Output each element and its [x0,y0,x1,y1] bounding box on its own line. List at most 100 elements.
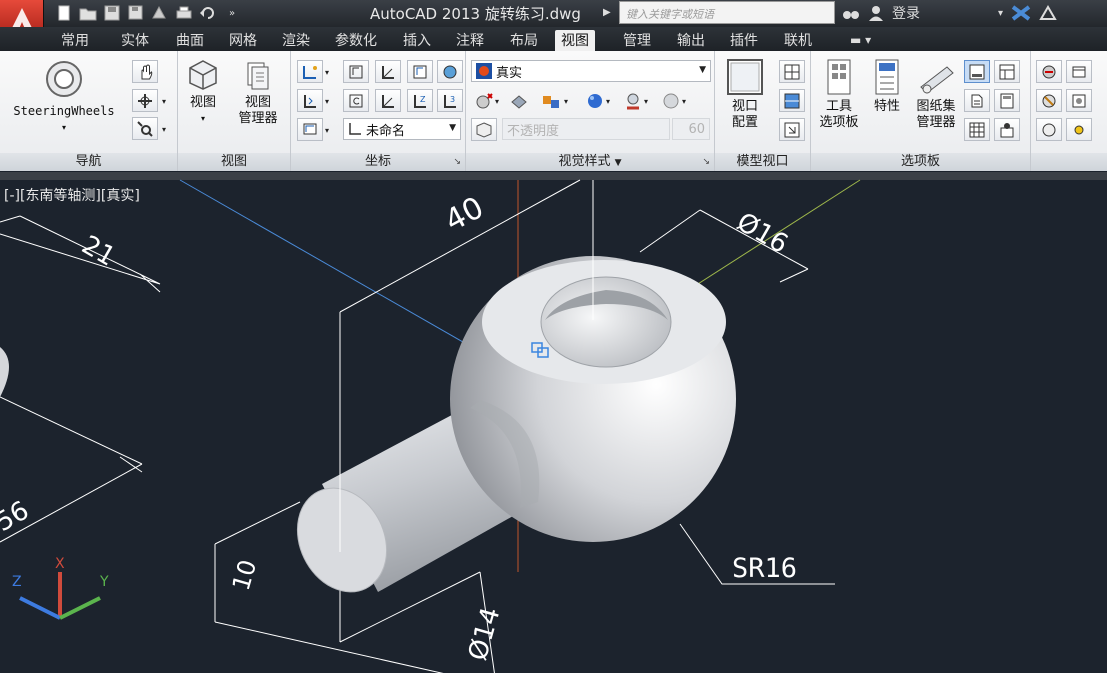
design-center-button[interactable] [994,60,1020,83]
opacity-toggle-button[interactable] [471,118,497,141]
dim-text-56[interactable]: 56 [0,496,34,539]
coordinates-launcher-icon[interactable]: ↘ [453,153,461,171]
zoom-caret-icon[interactable]: ▾ [162,125,166,134]
viewport-configuration-button[interactable]: 视口 配置 [719,59,771,131]
new-file-icon[interactable] [54,3,74,23]
environment-caret-icon[interactable]: ▾ [682,97,686,106]
tab-insert[interactable]: 插入 [397,30,437,51]
tab-view[interactable]: 视图 [555,30,595,51]
file-tabs-button[interactable] [1066,60,1092,83]
lights-button[interactable] [620,89,646,112]
save-as-icon[interactable] [126,3,146,23]
binoculars-icon[interactable] [842,5,860,21]
blocks-button[interactable] [994,118,1020,141]
drawing-canvas[interactable]: 40 21 Ø16 SR16 10 Ø14 56 X Y Z [0,172,1107,673]
tab-layout[interactable]: 布局 [504,30,544,51]
ucs-caret-icon[interactable]: ▾ [325,68,329,77]
ribbon-minimize-icon[interactable]: ▬ ▾ [850,33,871,47]
dim-text-21[interactable]: 21 [77,230,121,273]
undo-icon[interactable] [198,3,218,23]
join-viewports-button[interactable] [779,89,805,112]
x-ray-caret-icon[interactable]: ▾ [495,97,499,106]
search-input[interactable]: 键入关键字或短语 [619,1,835,24]
ucs-3point-button[interactable]: 3 [437,89,463,112]
ucs-view-button[interactable] [297,118,323,141]
pan-button[interactable] [132,60,158,83]
visual-styles-launcher-icon[interactable]: ↘ [702,153,710,171]
tab-home[interactable]: 常用 [55,30,95,51]
properties-button[interactable]: 特性 [867,59,907,115]
tool-palettes-button[interactable]: 工具 选项板 [815,59,863,131]
x-ray-button[interactable] [471,89,497,112]
drawing-viewport[interactable]: [-][东南等轴测][真实] 40 21 Ø16 SR16 10 Ø14 56 … [0,172,1107,673]
ucs-named-combo[interactable]: 未命名 ▼ [343,118,461,140]
view-manager-button[interactable]: 视图 管理器 [230,59,286,127]
switch-windows-button[interactable] [1036,60,1062,83]
ucs-world-button[interactable] [343,60,369,83]
lights-caret-icon[interactable]: ▾ [644,97,648,106]
user-icon[interactable] [868,5,884,21]
plot-icon[interactable] [150,3,170,23]
dim-text-diameter-14[interactable]: Ø14 [463,604,507,664]
title-caret-icon[interactable]: ▶ [603,7,611,18]
ucs-axes-icon[interactable]: X Y Z [12,556,109,620]
visual-style-combo[interactable]: 真实 ▼ [471,60,711,82]
environment-button[interactable] [658,89,684,112]
ucs-undo-button[interactable] [343,89,369,112]
quickcalc-button[interactable] [994,89,1020,112]
orbit-caret-icon[interactable]: ▾ [162,97,166,106]
zoom-button[interactable] [132,117,158,140]
tab-surface[interactable]: 曲面 [170,30,210,51]
opacity-slider[interactable]: 不透明度 [502,118,670,140]
visual-styles-caret-icon[interactable]: ▼ [615,158,622,168]
autodesk-360-icon[interactable] [1039,5,1057,21]
tab-render[interactable]: 渲染 [276,30,316,51]
login-link[interactable]: 登录 [892,3,920,23]
tile-horizontal-button[interactable] [1036,89,1062,112]
restore-viewports-button[interactable] [779,118,805,141]
tab-online[interactable]: 联机 [778,30,818,51]
ucs-origin-button[interactable] [375,60,401,83]
steeringwheels-button[interactable]: SteeringWheels ▾ [8,59,120,136]
orbit-button[interactable] [132,89,158,112]
layout-tabs-button[interactable] [1066,118,1092,141]
ucs-previous-caret-icon[interactable]: ▾ [325,97,329,106]
materials-button[interactable] [582,89,608,112]
login-caret-icon[interactable]: ▾ [998,8,1003,19]
tile-vertical-button[interactable] [1066,89,1092,112]
tab-parametric[interactable]: 参数化 [329,30,383,51]
ucs-z-button[interactable]: Z [407,89,433,112]
dbconnect-button[interactable] [964,118,990,141]
dim-text-sr16[interactable]: SR16 [732,553,797,584]
more-commands-icon[interactable]: » [222,3,242,23]
cascade-button[interactable] [1036,118,1062,141]
save-icon[interactable] [102,3,122,23]
ucs-previous-button[interactable] [297,89,323,112]
markup-set-button[interactable] [964,89,990,112]
tab-solid[interactable]: 实体 [115,30,155,51]
tab-plugins[interactable]: 插件 [724,30,764,51]
tab-annotate[interactable]: 注释 [450,30,490,51]
tab-output[interactable]: 输出 [671,30,711,51]
dim-text-40[interactable]: 40 [439,190,489,239]
open-folder-icon[interactable] [78,3,98,23]
shadows-button[interactable] [506,89,532,112]
dim-text-10[interactable]: 10 [227,557,262,594]
print-icon[interactable] [174,3,194,23]
ucs-button[interactable] [297,60,323,83]
view-button[interactable]: 视图 ▾ [182,59,224,127]
exchange-icon[interactable] [1011,5,1031,21]
sheet-set-manager-button[interactable]: 图纸集 管理器 [911,59,961,131]
dim-text-diameter-16[interactable]: Ø16 [732,207,793,260]
ucs-icon-button[interactable] [437,60,463,83]
tab-manage[interactable]: 管理 [617,30,657,51]
named-viewports-button[interactable] [779,60,805,83]
ucs-x-button[interactable] [375,89,401,112]
tab-mesh[interactable]: 网格 [223,30,263,51]
ucs-named-button[interactable] [407,60,433,83]
command-line-button[interactable] [964,60,990,83]
materials-caret-icon[interactable]: ▾ [606,97,610,106]
ucs-view-caret-icon[interactable]: ▾ [325,126,329,135]
edge-effects-button[interactable] [538,89,564,112]
edge-effects-caret-icon[interactable]: ▾ [564,97,568,106]
